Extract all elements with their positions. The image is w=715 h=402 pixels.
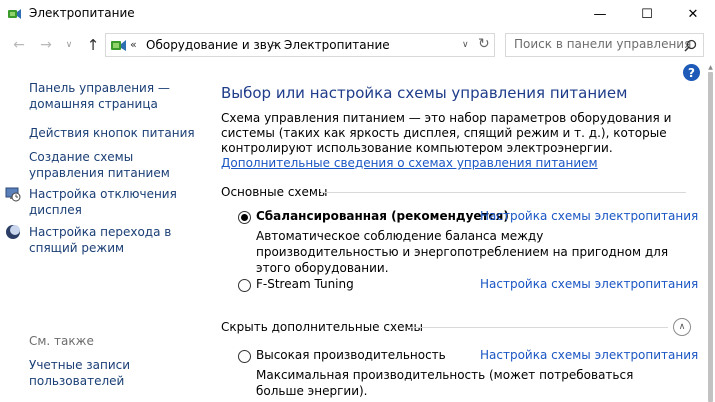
search-placeholder: Поиск в панели управления xyxy=(514,37,692,51)
address-history-chevron-icon[interactable]: ∨ xyxy=(462,40,469,50)
scroll-up-icon[interactable]: ▲ xyxy=(706,64,715,71)
see-also-heading: См. также xyxy=(29,334,94,348)
plan-radio-f-stream-tuning[interactable] xyxy=(238,279,251,292)
sidebar-link-display-off-settings[interactable]: Настройка отключения дисплея xyxy=(29,186,179,218)
breadcrumb-separator-icon[interactable]: > xyxy=(271,39,279,50)
maximize-icon: ☐ xyxy=(641,6,653,22)
hide-additional-plans-heading[interactable]: Скрыть дополнительные схемы xyxy=(221,320,423,334)
navigation-bar: ← → ∨ ↑ « Оборудование и звук > Электроп… xyxy=(0,28,715,64)
sidebar-link-create-power-plan[interactable]: Создание схемы управления питанием xyxy=(29,149,199,181)
breadcrumb-hardware-and-sound[interactable]: Оборудование и звук xyxy=(146,38,281,52)
address-bar[interactable]: « Оборудование и звук > Электропитание ∨… xyxy=(105,33,495,57)
back-button[interactable]: ← xyxy=(10,36,28,54)
section-divider xyxy=(321,192,686,193)
breadcrumb-power-options[interactable]: Электропитание xyxy=(284,38,390,52)
plan-name-balanced[interactable]: Сбалансированная (рекомендуется) xyxy=(256,209,509,223)
close-button[interactable]: ✕ xyxy=(670,0,715,28)
up-arrow-icon: ↑ xyxy=(86,36,100,54)
window-title: Электропитание xyxy=(29,6,135,20)
scrollbar-thumb[interactable] xyxy=(708,72,713,402)
refresh-icon[interactable]: ↻ xyxy=(478,36,490,52)
display-off-clock-icon xyxy=(5,187,21,202)
minimize-icon: — xyxy=(593,6,607,22)
primary-plans-heading: Основные схемы xyxy=(221,185,328,199)
collapse-additional-plans-button[interactable]: ∧ xyxy=(673,318,691,336)
plan-settings-link-high-performance[interactable]: Настройка схемы электропитания xyxy=(480,348,698,362)
chevron-up-icon: ∧ xyxy=(678,322,686,332)
page-title: Выбор или настройка схемы управления пит… xyxy=(221,84,628,102)
power-options-app-icon xyxy=(8,9,21,19)
help-icon: ? xyxy=(688,65,695,80)
search-input[interactable]: Поиск в панели управления xyxy=(505,33,704,57)
description-text: Схема управления питанием — это набор па… xyxy=(221,111,672,155)
more-info-link[interactable]: Дополнительные сведения о схемах управле… xyxy=(221,156,598,170)
plan-settings-link-f-stream-tuning[interactable]: Настройка схемы электропитания xyxy=(480,277,698,291)
vertical-scrollbar[interactable]: ▲ xyxy=(706,64,715,402)
page-description: Схема управления питанием — это набор па… xyxy=(221,111,691,171)
sidebar-link-sleep-settings[interactable]: Настройка перехода в спящий режим xyxy=(29,224,179,256)
up-button[interactable]: ↑ xyxy=(84,36,102,54)
forward-button[interactable]: → xyxy=(37,36,55,54)
plan-radio-high-performance[interactable] xyxy=(238,350,251,363)
plan-description-high-performance: Максимальная производительность (может п… xyxy=(256,368,634,398)
plan-description-balanced: Автоматическое соблюдение баланса между … xyxy=(256,229,669,275)
back-arrow-icon: ← xyxy=(13,37,25,53)
plan-radio-balanced[interactable] xyxy=(238,211,251,224)
recent-locations-button[interactable]: ∨ xyxy=(60,36,78,54)
plan-name-high-performance[interactable]: Высокая производительность xyxy=(256,348,446,362)
plan-settings-link-balanced[interactable]: Настройка схемы электропитания xyxy=(480,209,698,223)
forward-arrow-icon: → xyxy=(40,37,52,53)
sidebar: Панель управления — домашняя страница Де… xyxy=(0,64,205,402)
sidebar-link-power-button-actions[interactable]: Действия кнопок питания xyxy=(29,125,199,141)
minimize-button[interactable]: — xyxy=(577,0,623,28)
sidebar-link-user-accounts[interactable]: Учетные записи пользователей xyxy=(29,357,179,389)
close-icon: ✕ xyxy=(687,6,699,22)
chevron-down-icon: ∨ xyxy=(65,40,73,50)
section-divider xyxy=(408,327,668,328)
sidebar-link-control-panel-home[interactable]: Панель управления — домашняя страница xyxy=(29,80,179,112)
address-overflow-icon[interactable]: « xyxy=(130,38,137,51)
maximize-button[interactable]: ☐ xyxy=(624,0,670,28)
search-icon[interactable] xyxy=(684,39,697,52)
help-button[interactable]: ? xyxy=(683,64,700,81)
control-panel-icon xyxy=(111,40,126,51)
sleep-moon-icon xyxy=(6,225,20,239)
title-bar: Электропитание — ☐ ✕ xyxy=(0,0,715,28)
plan-name-f-stream-tuning[interactable]: F-Stream Tuning xyxy=(256,277,354,291)
